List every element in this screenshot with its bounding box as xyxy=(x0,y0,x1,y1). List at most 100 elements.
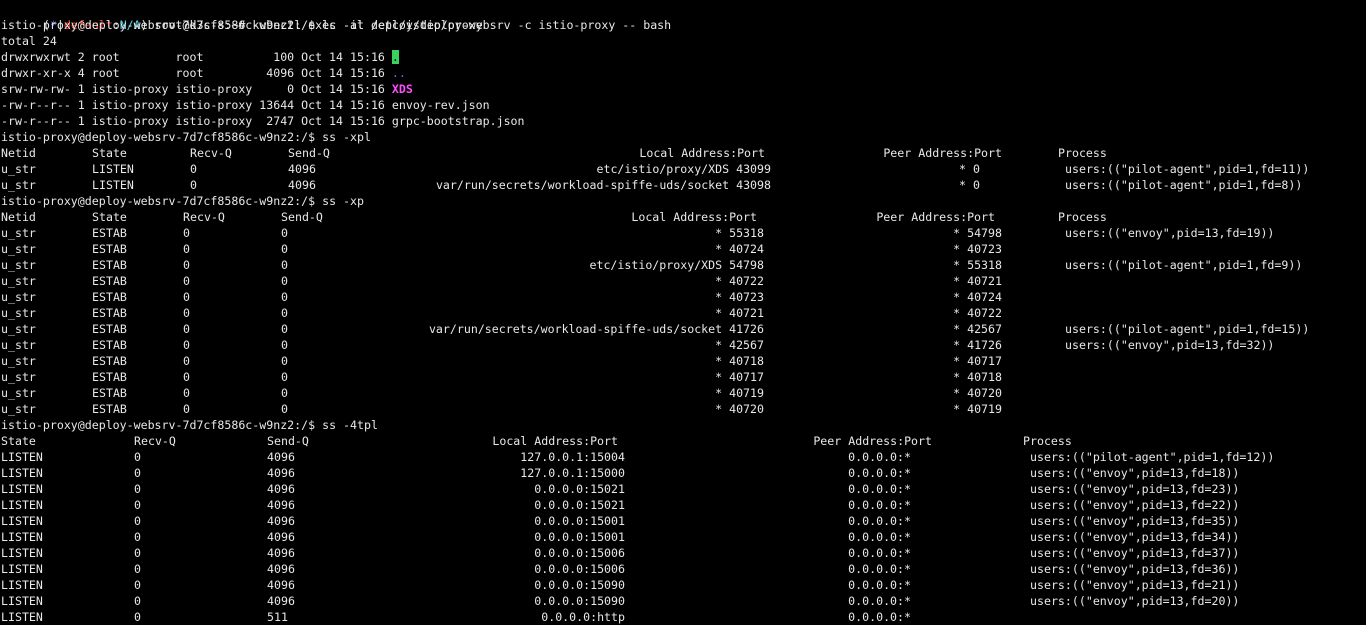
cell-recvq: 0 xyxy=(190,162,197,176)
header-state: State xyxy=(92,210,127,224)
ss-xp-command-line: istio-proxy@deploy-websrv-7d7cf8586c-w9n… xyxy=(0,193,1366,209)
cell-state: ESTAB xyxy=(92,386,127,400)
cell-local: var/run/secrets/workload-spiffe-uds/sock… xyxy=(428,322,764,336)
cell-recvq: 0 xyxy=(134,482,141,496)
cell-recvq: 0 xyxy=(183,322,190,336)
cell-recvq: 0 xyxy=(134,466,141,480)
cell-local: * 40723 xyxy=(715,290,764,304)
cell-peer: 0.0.0.0:* xyxy=(848,530,911,544)
ls-row: -rw-r--r-- 1 istio-proxy istio-proxy 136… xyxy=(0,97,1366,113)
table-row: u_str ESTAB 0 0 var/run/secrets/workload-spi… xyxy=(0,321,1366,337)
header-recvq: Recv-Q xyxy=(183,210,225,224)
host-command-line: (*|default:N/A) root@k3s-s:~# kubectl ex… xyxy=(0,1,1366,32)
cell-state: LISTEN xyxy=(1,578,43,592)
cell-sendq: 0 xyxy=(281,370,288,384)
cell-recvq: 0 xyxy=(134,498,141,512)
cell-netid: u_str xyxy=(1,274,36,288)
cell-peer: * 40723 xyxy=(953,242,1002,256)
cell-peer: 0.0.0.0:* xyxy=(848,578,911,592)
cell-netid: u_str xyxy=(1,386,36,400)
table-row: u_str ESTAB 0 0 * 40722 * 40721 xyxy=(0,273,1366,289)
cell-process: users:(("envoy",pid=13,fd=18)) xyxy=(1030,466,1240,480)
ls-total: total 24 xyxy=(0,33,1366,49)
cell-state: LISTEN xyxy=(1,482,43,496)
cell-process: users:(("envoy",pid=13,fd=37)) xyxy=(1030,546,1240,560)
cell-state: ESTAB xyxy=(92,338,127,352)
table-row: u_str ESTAB 0 0 * 40720 * 40719 xyxy=(0,401,1366,417)
cell-recvq: 0 xyxy=(183,226,190,240)
cell-process: users:(("pilot-agent",pid=1,fd=9)) xyxy=(1065,258,1303,272)
cell-process: users:(("envoy",pid=13,fd=21)) xyxy=(1030,578,1240,592)
cell-local: * 40718 xyxy=(715,354,764,368)
cell-sendq: 0 xyxy=(281,226,288,240)
cell-state: LISTEN xyxy=(1,498,43,512)
cell-sendq: 0 xyxy=(281,402,288,416)
cell-local: etc/istio/proxy/XDS 43099 xyxy=(596,162,771,176)
cell-peer: * 41726 xyxy=(953,338,1002,352)
header-peer: Peer Address:Port xyxy=(876,210,995,224)
ls-row-prefix: drwxr-xr-x 4 root root 4096 Oct 14 15:16 xyxy=(1,66,392,80)
cell-recvq: 0 xyxy=(183,386,190,400)
cell-state: ESTAB xyxy=(92,354,127,368)
cell-peer: * 0 xyxy=(959,162,980,176)
cell-local: * 42567 xyxy=(715,338,764,352)
cell-local: 0.0.0.0:15090 xyxy=(534,578,625,592)
cell-peer: * 40721 xyxy=(953,274,1002,288)
cell-sendq: 4096 xyxy=(267,530,295,544)
cell-netid: u_str xyxy=(1,354,36,368)
ss-4tpl-command: ss -4tpl xyxy=(322,418,378,432)
cell-sendq: 0 xyxy=(281,306,288,320)
ls-current-dir: . xyxy=(391,50,399,64)
ls-total-text: total 24 xyxy=(1,34,57,48)
ls-file-name: grpc-bootstrap.json xyxy=(391,114,525,128)
cell-state: ESTAB xyxy=(92,290,127,304)
table-row: u_str ESTAB 0 0 etc/istio/proxy/XDS 54798 * 5… xyxy=(0,257,1366,273)
cell-process: users:(("envoy",pid=13,fd=23)) xyxy=(1030,482,1240,496)
ls-command-line: istio-proxy@deploy-websrv-7d7cf8586c-w9n… xyxy=(0,17,1366,33)
table-row: LISTEN 0 4096 0.0.0.0:15006 0.0.0.0:* users:(… xyxy=(0,561,1366,577)
cell-peer: 0.0.0.0:* xyxy=(848,546,911,560)
cell-sendq: 511 xyxy=(267,610,288,624)
cell-state: LISTEN xyxy=(1,546,43,560)
cell-netid: u_str xyxy=(1,402,36,416)
cell-process: users:(("pilot-agent",pid=1,fd=8)) xyxy=(1065,178,1303,192)
cell-peer: 0.0.0.0:* xyxy=(848,514,911,528)
cell-recvq: 0 xyxy=(183,290,190,304)
cell-local: 0.0.0.0:15021 xyxy=(534,482,625,496)
header-peer: Peer Address:Port xyxy=(883,146,1002,160)
table-row: LISTEN 0 4096 0.0.0.0:15090 0.0.0.0:* users:(… xyxy=(0,593,1366,609)
cell-recvq: 0 xyxy=(183,258,190,272)
cell-state: LISTEN xyxy=(1,562,43,576)
ss-4tpl-header: State Recv-Q Send-Q Local Address:Port P… xyxy=(0,433,1366,449)
cell-recvq: 0 xyxy=(134,546,141,560)
cell-netid: u_str xyxy=(1,338,36,352)
cell-netid: u_str xyxy=(1,242,36,256)
cell-sendq: 4096 xyxy=(288,178,316,192)
ls-row: drwxrwxrwt 2 root root 100 Oct 14 15:16 … xyxy=(0,49,1366,65)
cell-local: * 40722 xyxy=(715,274,764,288)
table-row: u_str ESTAB 0 0 * 40723 * 40724 xyxy=(0,289,1366,305)
header-peer: Peer Address:Port xyxy=(813,434,932,448)
cell-process: users:(("pilot-agent",pid=1,fd=15)) xyxy=(1065,322,1310,336)
ls-file-name: envoy-rev.json xyxy=(391,98,490,112)
cell-recvq: 0 xyxy=(183,306,190,320)
table-row: LISTEN 0 4096 127.0.0.1:15000 0.0.0.0:* users… xyxy=(0,465,1366,481)
ls-command: ls -al /etc/istio/proxy xyxy=(322,18,483,32)
cell-state: ESTAB xyxy=(92,322,127,336)
cell-local: var/run/secrets/workload-spiffe-uds/sock… xyxy=(435,178,771,192)
cell-netid: u_str xyxy=(1,322,36,336)
cell-state: ESTAB xyxy=(92,226,127,240)
cell-sendq: 4096 xyxy=(267,594,295,608)
ls-row-prefix: drwxrwxrwt 2 root root 100 Oct 14 15:16 xyxy=(1,50,392,64)
cell-process: users:(("envoy",pid=13,fd=19)) xyxy=(1065,226,1275,240)
table-row: LISTEN 0 4096 0.0.0.0:15021 0.0.0.0:* users:(… xyxy=(0,481,1366,497)
header-local: Local Address:Port xyxy=(631,210,757,224)
cell-state: LISTEN xyxy=(1,610,43,624)
table-row: LISTEN 0 4096 127.0.0.1:15004 0.0.0.0:* users… xyxy=(0,449,1366,465)
header-sendq: Send-Q xyxy=(281,210,323,224)
cell-state: ESTAB xyxy=(92,274,127,288)
cell-local: 0.0.0.0:15001 xyxy=(534,514,625,528)
table-row: u_str LISTEN 0 4096 var/run/secrets/work… xyxy=(0,177,1366,193)
table-row: LISTEN 0 4096 0.0.0.0:15006 0.0.0.0:* users:(… xyxy=(0,545,1366,561)
terminal-window[interactable]: (*|default:N/A) root@k3s-s:~# kubectl ex… xyxy=(0,0,1366,624)
